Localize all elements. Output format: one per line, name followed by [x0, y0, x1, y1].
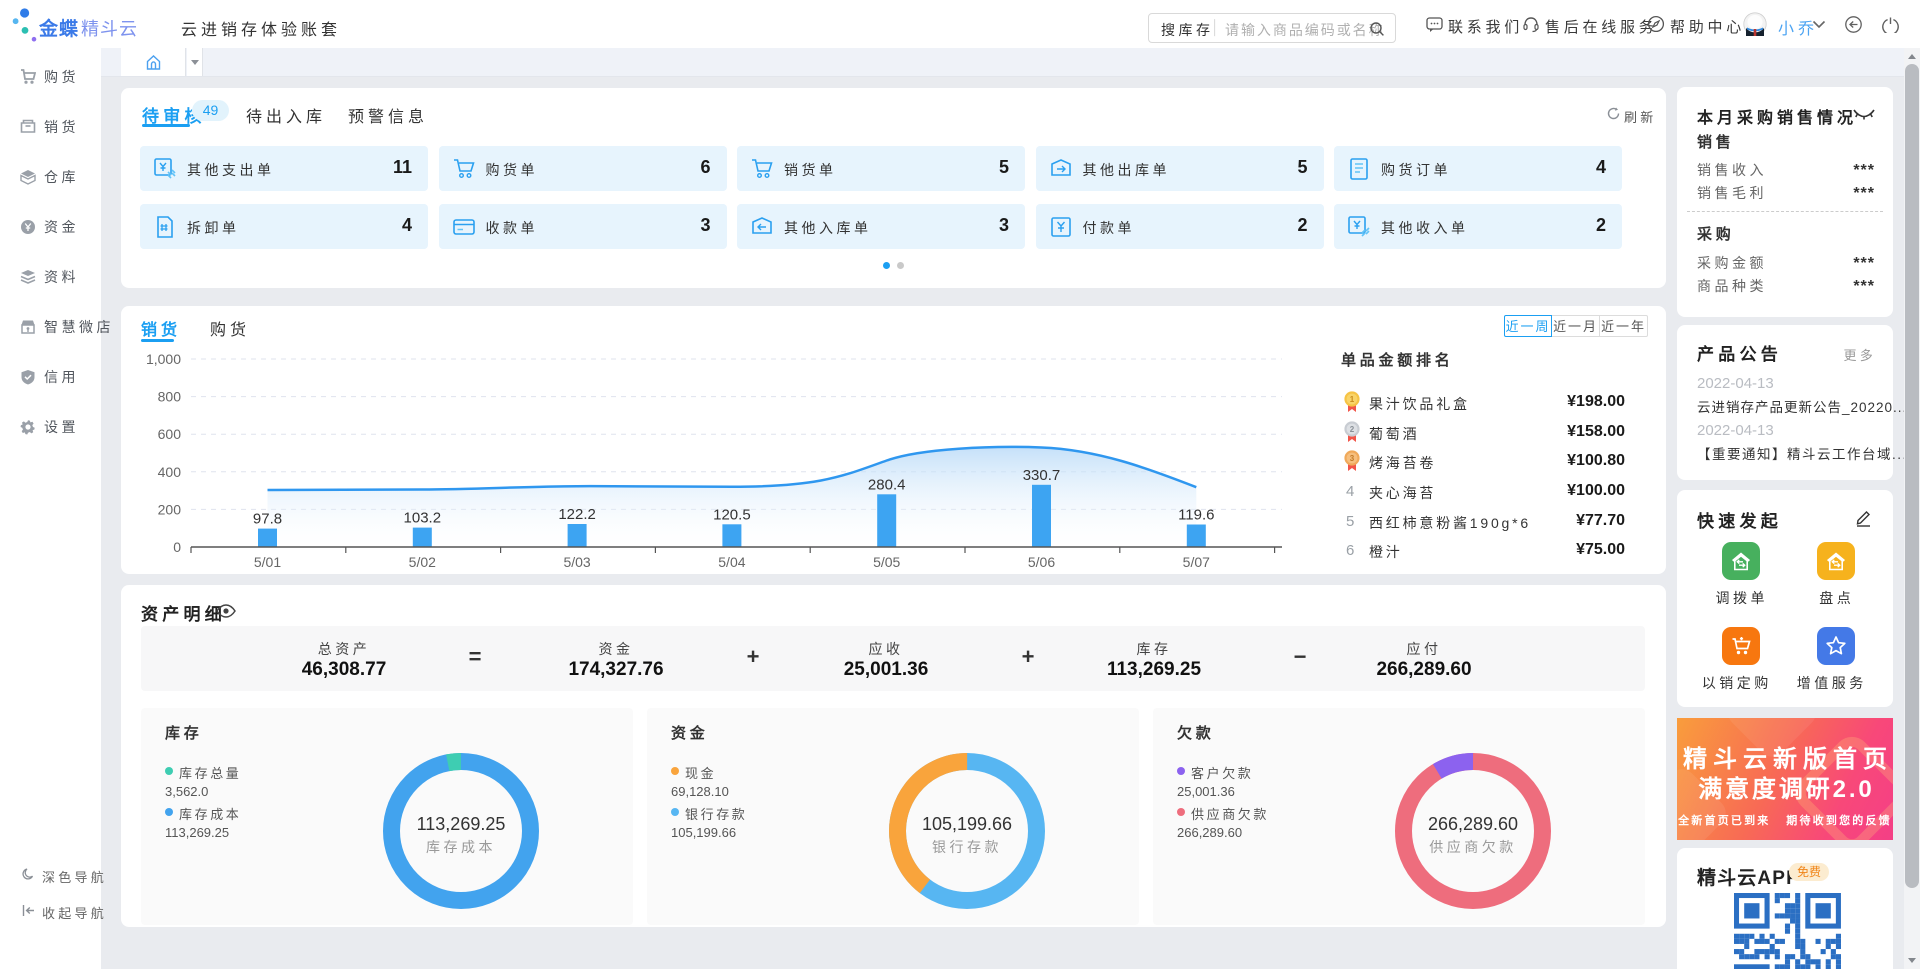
svg-text:供应商欠款: 供应商欠款	[1429, 839, 1517, 855]
svg-text:5/02: 5/02	[409, 554, 436, 570]
svg-text:5/07: 5/07	[1183, 554, 1210, 570]
svg-text:库存成本: 库存成本	[426, 839, 496, 855]
svg-text:330.7: 330.7	[1023, 467, 1061, 484]
svg-text:120.5: 120.5	[713, 506, 751, 523]
svg-text:银行存款: 银行存款	[932, 839, 1002, 855]
svg-text:5/01: 5/01	[254, 554, 281, 570]
svg-text:97.8: 97.8	[253, 511, 282, 528]
svg-text:113,269.25: 113,269.25	[417, 814, 506, 834]
svg-text:200: 200	[158, 501, 182, 517]
svg-text:3: 3	[1350, 454, 1355, 463]
svg-text:1,000: 1,000	[146, 351, 181, 367]
svg-text:0: 0	[173, 539, 181, 555]
svg-text:5/05: 5/05	[873, 554, 900, 570]
svg-text:266,289.60: 266,289.60	[1428, 814, 1518, 834]
svg-text:5/06: 5/06	[1028, 554, 1055, 570]
svg-text:400: 400	[158, 464, 182, 480]
svg-text:5/04: 5/04	[718, 554, 745, 570]
svg-text:105,199.66: 105,199.66	[922, 814, 1012, 834]
svg-text:800: 800	[158, 389, 182, 405]
svg-text:1: 1	[1350, 395, 1355, 404]
svg-text:600: 600	[158, 426, 182, 442]
svg-text:103.2: 103.2	[404, 510, 442, 527]
svg-text:280.4: 280.4	[868, 476, 906, 493]
svg-text:122.2: 122.2	[558, 506, 596, 523]
svg-text:119.6: 119.6	[1178, 507, 1214, 524]
svg-text:5/03: 5/03	[563, 554, 590, 570]
svg-text:2: 2	[1350, 425, 1355, 434]
